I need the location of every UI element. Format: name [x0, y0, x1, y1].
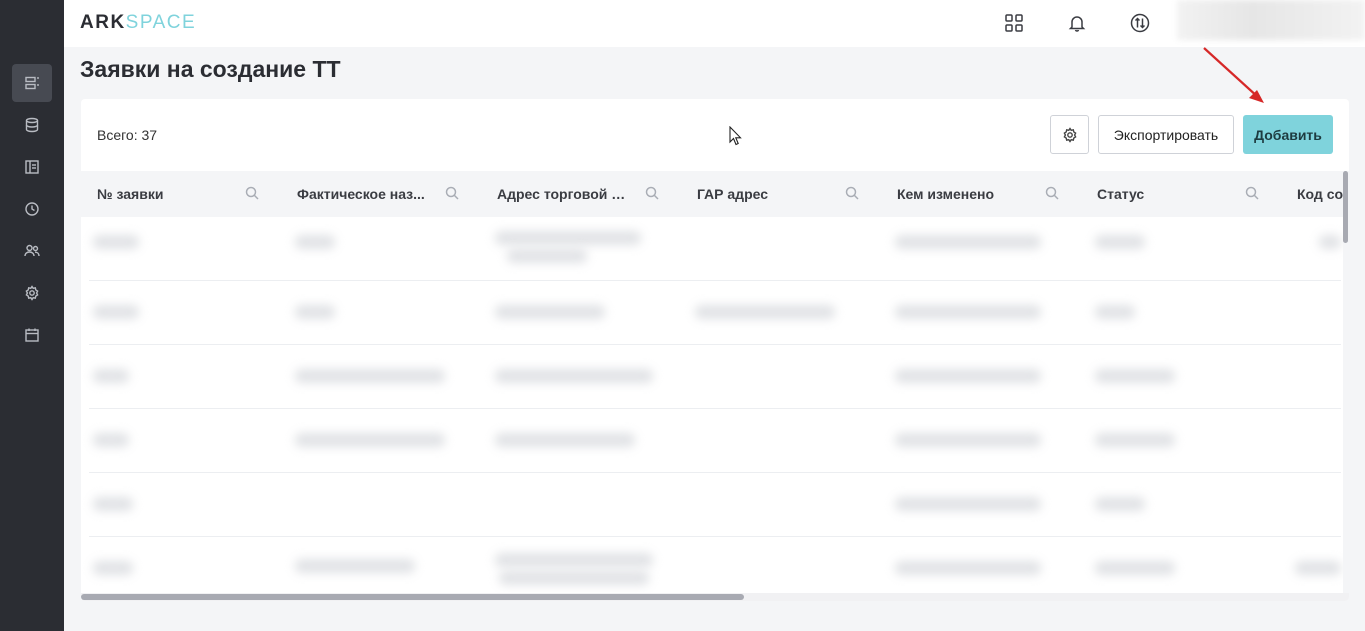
- notifications-button[interactable]: [1066, 12, 1088, 34]
- clock-icon: [25, 202, 39, 216]
- column-header-actual-name[interactable]: Фактическое наз...: [297, 171, 459, 217]
- horizontal-scrollbar-thumb[interactable]: [81, 594, 744, 600]
- vertical-scrollbar[interactable]: [1343, 171, 1349, 593]
- app-logo[interactable]: ARKSPACE: [80, 12, 196, 34]
- table-row[interactable]: [89, 409, 1341, 473]
- users-icon: [24, 244, 40, 257]
- sync-icon: [1130, 13, 1150, 33]
- calendar-icon: [25, 328, 39, 342]
- horizontal-scrollbar[interactable]: [81, 593, 1349, 601]
- user-profile[interactable]: [1177, 0, 1365, 40]
- column-header-modified-by[interactable]: Кем изменено: [897, 171, 1059, 217]
- search-icon[interactable]: [1045, 186, 1061, 202]
- sync-button[interactable]: [1129, 12, 1151, 34]
- gear-icon: [25, 285, 39, 301]
- column-header-store-address[interactable]: Адрес торговой т...: [497, 171, 659, 217]
- search-icon[interactable]: [845, 186, 861, 202]
- table-body: [81, 217, 1349, 591]
- table-row[interactable]: [89, 537, 1341, 601]
- bell-icon: [1068, 16, 1086, 32]
- sidebar-item-database[interactable]: [12, 106, 52, 144]
- requests-icon: [25, 76, 39, 90]
- page-title: Заявки на создание ТТ: [80, 56, 341, 82]
- total-count: Всего: 37: [97, 127, 158, 143]
- top-bar: ARKSPACE: [64, 0, 1365, 47]
- column-header-gar-address[interactable]: ГАР адрес: [697, 171, 859, 217]
- search-icon[interactable]: [445, 186, 461, 202]
- search-icon[interactable]: [645, 186, 661, 202]
- sidebar: [0, 0, 64, 631]
- export-button[interactable]: Экспортировать: [1098, 115, 1234, 154]
- requests-card: Всего: 37 Экспортировать Добавить № заяв…: [81, 99, 1349, 601]
- database-icon: [25, 117, 39, 133]
- sidebar-item-calendar[interactable]: [12, 316, 52, 354]
- sidebar-item-settings[interactable]: [12, 274, 52, 312]
- column-header-code[interactable]: Код со: [1297, 171, 1343, 217]
- apps-grid-button[interactable]: [1003, 12, 1025, 34]
- apps-grid-icon: [1005, 14, 1023, 32]
- sidebar-item-history[interactable]: [12, 190, 52, 228]
- table-row[interactable]: [89, 345, 1341, 409]
- mouse-cursor-icon: [729, 126, 742, 146]
- sidebar-item-requests[interactable]: [12, 64, 52, 102]
- column-header-request-number[interactable]: № заявки: [97, 171, 259, 217]
- annotation-arrow-icon: [1203, 47, 1264, 103]
- vertical-scrollbar-thumb[interactable]: [1343, 171, 1348, 243]
- search-icon[interactable]: [245, 186, 261, 202]
- column-header-status[interactable]: Статус: [1097, 171, 1259, 217]
- table-settings-button[interactable]: [1050, 115, 1089, 154]
- table-header: № заявки Фактическое наз... Адрес торгов…: [81, 171, 1349, 217]
- table-row[interactable]: [89, 473, 1341, 537]
- search-icon[interactable]: [1245, 186, 1261, 202]
- table-row[interactable]: [89, 217, 1341, 281]
- table-row[interactable]: [89, 281, 1341, 345]
- layout-icon: [25, 160, 39, 174]
- add-button[interactable]: Добавить: [1243, 115, 1333, 154]
- sidebar-item-users[interactable]: [12, 232, 52, 270]
- sidebar-item-layout[interactable]: [12, 148, 52, 186]
- gear-icon: [1062, 126, 1077, 143]
